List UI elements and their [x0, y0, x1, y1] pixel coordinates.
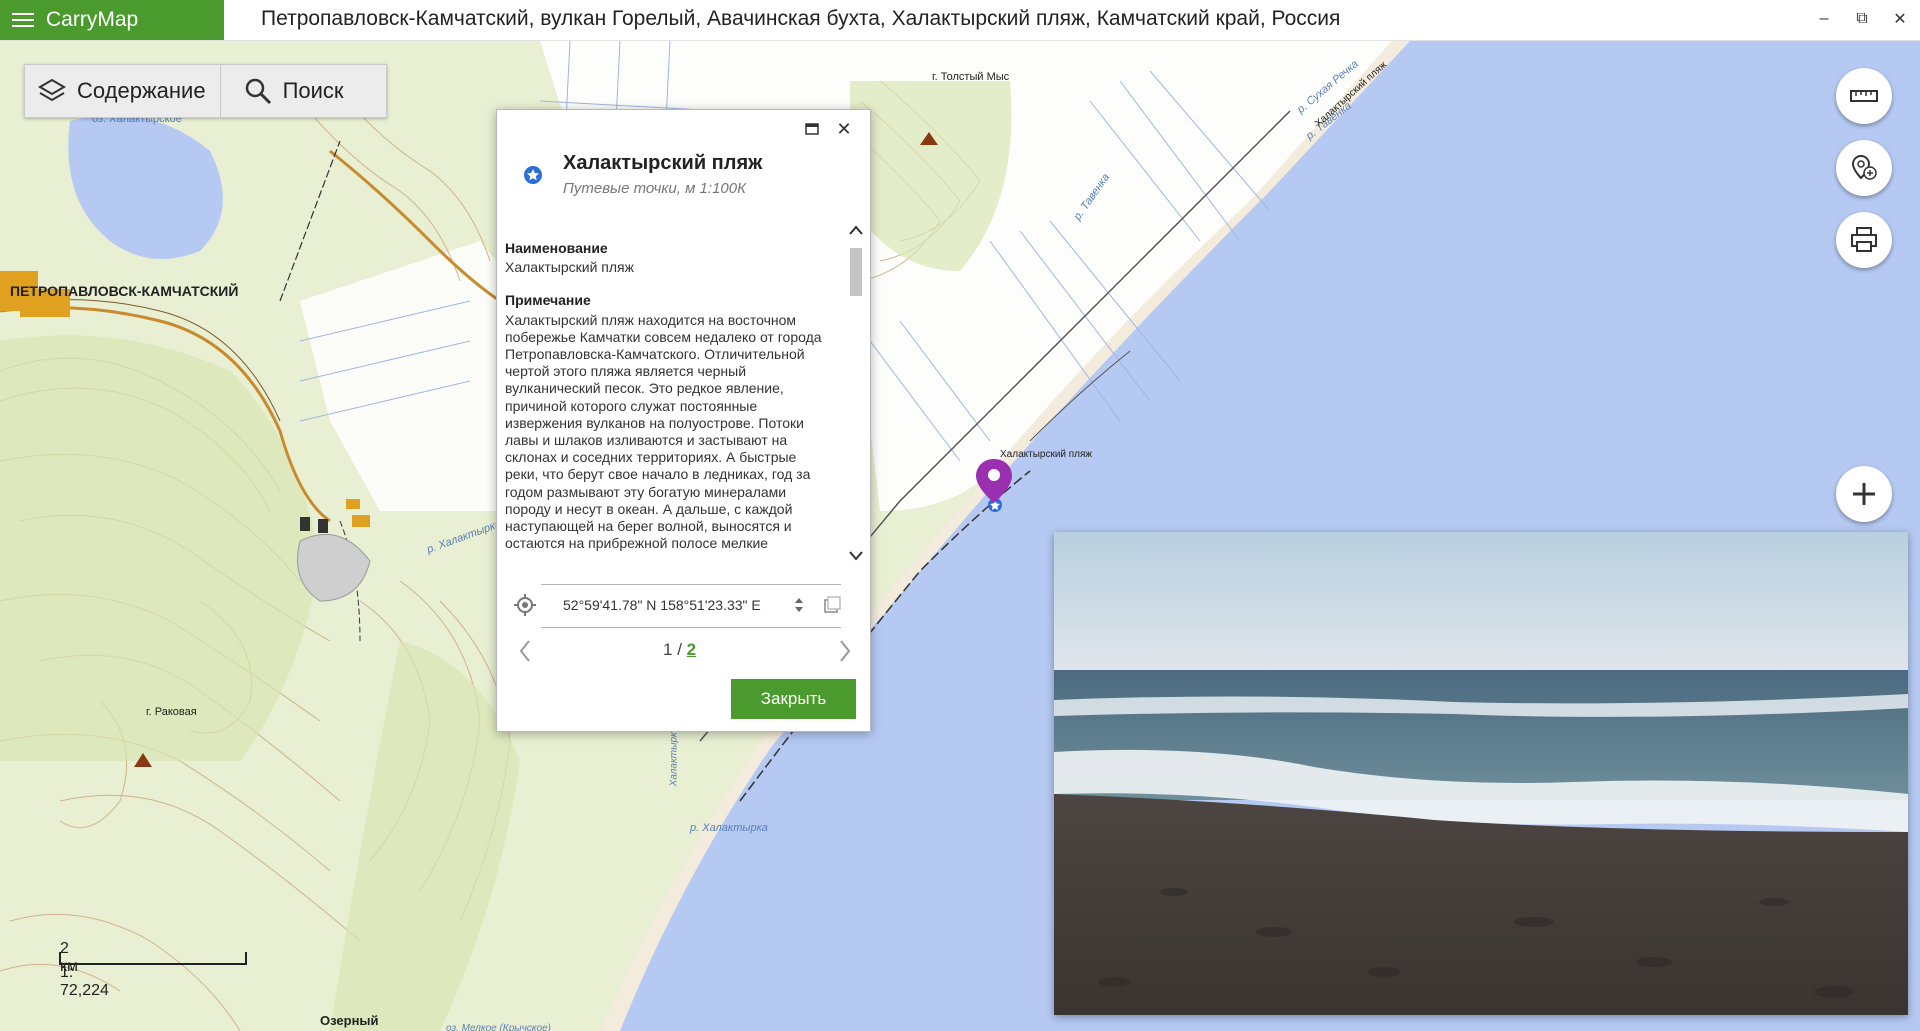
popup-pager: 1 / 2: [497, 636, 870, 666]
scrollbar-thumb[interactable]: [850, 248, 862, 296]
map-label-river: р. Халактырка: [690, 822, 768, 834]
title-bar: CarryMap Петропавловск-Камчатский, вулка…: [0, 0, 1920, 41]
printer-icon: [1851, 227, 1877, 252]
popup-attributes: Наименование Халактырский пляж Примечани…: [505, 234, 827, 574]
close-window-button[interactable]: ✕: [1884, 6, 1916, 32]
add-place-button[interactable]: [1836, 140, 1892, 196]
app-name: CarryMap: [46, 8, 139, 31]
map-label-settlement: Озерный: [320, 1013, 379, 1028]
restore-button[interactable]: ⧉: [1846, 6, 1878, 32]
coordinates-text: 52°59'41.78" N 158°51'23.33" E: [563, 597, 761, 613]
add-location-icon: [1851, 154, 1877, 180]
page-indicator: 1 / 2: [663, 640, 696, 660]
chevron-left-icon[interactable]: [517, 638, 533, 664]
field-value: Халактырский пляж: [505, 259, 634, 276]
layers-icon: [38, 78, 66, 102]
map-label-vertical: Халактырка: [668, 726, 680, 787]
map-label-mountain: г. Толстый Мыс: [932, 71, 1010, 83]
feature-popup: ✕ Халактырский пляж Путевые точки, м 1:1…: [496, 109, 871, 732]
beach-photo: [1054, 532, 1908, 1015]
map-label-city: ПЕТРОПАВЛОВСК-КАМЧАТСКИЙ: [10, 283, 239, 299]
search-button[interactable]: Поиск: [219, 65, 386, 117]
map-label-bottom: оз. Мелкое (Крычское): [446, 1023, 551, 1031]
coordinates-row: 52°59'41.78" N 158°51'23.33" E: [514, 584, 841, 628]
map-toolbar: Содержание Поиск: [24, 64, 387, 118]
popup-subtitle: Путевые точки, м 1:100К: [563, 180, 746, 197]
copy-icon[interactable]: [823, 596, 841, 614]
close-button[interactable]: Закрыть: [731, 679, 856, 719]
window-title: Петропавловск-Камчатский, вулкан Горелый…: [261, 7, 1341, 30]
field-label: Примечание: [505, 292, 591, 309]
format-toggle-icon[interactable]: [793, 596, 805, 614]
maximize-popup-icon[interactable]: [803, 120, 821, 138]
page-separator: /: [672, 640, 687, 659]
field-label: Наименование: [505, 240, 608, 256]
crosshair-icon[interactable]: [513, 593, 537, 617]
chevron-up-icon[interactable]: [847, 222, 865, 240]
map-label-beach: Халактырский пляж: [1000, 449, 1093, 460]
popup-title: Халактырский пляж: [563, 152, 763, 174]
chevron-down-icon[interactable]: [847, 546, 865, 564]
measure-button[interactable]: [1836, 68, 1892, 124]
contents-label: Содержание: [77, 78, 206, 103]
chevron-right-icon[interactable]: [837, 638, 853, 664]
plus-icon: [1853, 483, 1875, 505]
hamburger-menu-icon[interactable]: [12, 12, 34, 28]
popup-scrollbar[interactable]: [847, 222, 865, 564]
scale-ratio: 1: 72,224: [60, 964, 109, 999]
search-label: Поиск: [282, 78, 344, 103]
page-total-link[interactable]: 2: [687, 640, 696, 659]
app-brand: CarryMap: [0, 0, 224, 40]
close-popup-button[interactable]: ✕: [833, 118, 855, 140]
minimize-button[interactable]: –: [1808, 6, 1840, 32]
print-button[interactable]: [1836, 212, 1892, 268]
ruler-icon: [1850, 90, 1878, 102]
zoom-in-button[interactable]: [1836, 466, 1892, 522]
map-label-mountain: г. Раковая: [146, 706, 197, 718]
search-icon: [245, 78, 271, 105]
waypoint-icon: [524, 166, 542, 184]
contents-button[interactable]: Содержание: [25, 65, 220, 117]
field-value: Халактырский пляж находится на восточном…: [505, 311, 822, 552]
